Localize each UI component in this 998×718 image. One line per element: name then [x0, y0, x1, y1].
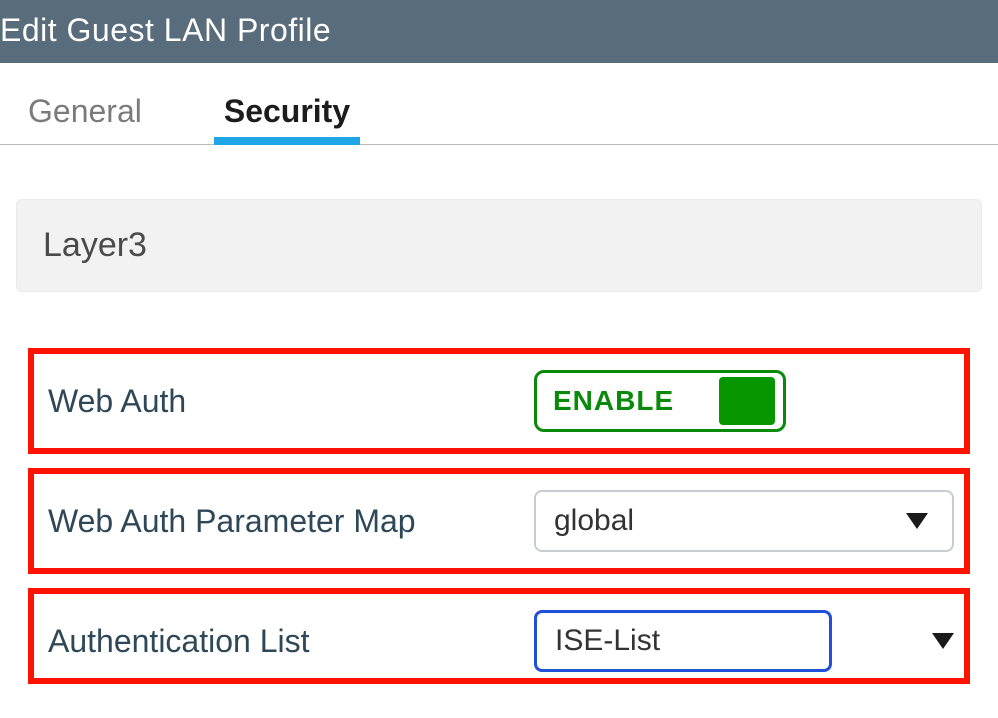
form-fields: Web Auth ENABLE Web Auth Parameter Map g…: [0, 348, 998, 684]
auth-list-select[interactable]: ISE-List: [534, 610, 832, 672]
toggle-state-label: ENABLE: [553, 385, 674, 417]
section-layer3-header: Layer3: [16, 199, 982, 292]
dialog-title: Edit Guest LAN Profile: [0, 0, 998, 63]
toggle-knob-icon: [719, 377, 775, 425]
tab-bar: General Security: [0, 63, 998, 145]
web-auth-label: Web Auth: [44, 383, 534, 420]
param-map-value: global: [554, 504, 634, 538]
auth-list-value: ISE-List: [555, 624, 660, 658]
field-authentication-list: Authentication List ISE-List: [28, 588, 970, 684]
chevron-down-icon[interactable]: [932, 633, 954, 649]
web-auth-toggle[interactable]: ENABLE: [534, 370, 786, 432]
tab-general[interactable]: General: [22, 93, 148, 144]
param-map-label: Web Auth Parameter Map: [44, 503, 534, 540]
auth-list-label: Authentication List: [44, 623, 534, 660]
auth-list-select-wrapper: ISE-List: [534, 610, 954, 672]
tab-security[interactable]: Security: [218, 93, 356, 144]
chevron-down-icon: [906, 513, 928, 529]
field-web-auth: Web Auth ENABLE: [28, 348, 970, 454]
field-web-auth-param-map: Web Auth Parameter Map global: [28, 468, 970, 574]
param-map-select[interactable]: global: [534, 490, 954, 552]
